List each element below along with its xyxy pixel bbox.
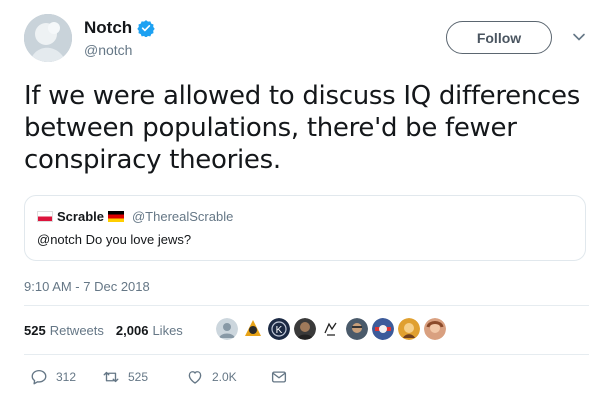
likes-count: 2,006	[115, 322, 149, 338]
svg-text:K: K	[276, 325, 283, 336]
envelope-icon	[271, 371, 287, 383]
divider	[24, 354, 589, 355]
like-action[interactable]: 2.0K	[186, 368, 270, 386]
liker-avatar[interactable]	[320, 318, 342, 340]
tweet-stats: 525 Retweets 2,006 Likes	[24, 319, 195, 341]
reply-action[interactable]: 312	[30, 368, 102, 386]
user-handle[interactable]: @notch	[84, 42, 155, 58]
retweet-icon	[103, 371, 119, 383]
tweet-text: If we were allowed to discuss IQ differe…	[24, 81, 580, 175]
liker-avatar[interactable]	[398, 318, 420, 340]
quoted-handle: @TherealScrable	[131, 209, 234, 224]
user-name-block: Notch @notch	[84, 18, 155, 58]
liker-avatar[interactable]	[424, 318, 446, 340]
poland-flag-icon	[37, 211, 53, 222]
user-avatar[interactable]	[24, 14, 72, 62]
retweets-label: Retweets	[49, 322, 104, 338]
likes-label: Likes	[152, 322, 183, 338]
liker-avatar[interactable]: K	[268, 318, 290, 340]
quoted-tweet-header: Scrable @TherealScrable	[37, 209, 233, 224]
quoted-tweet[interactable]: Scrable @TherealScrable @notch Do you lo…	[24, 195, 586, 261]
quoted-tweet-text: @notch Do you love jews?	[37, 232, 192, 247]
liker-avatar[interactable]	[372, 318, 394, 340]
liker-avatar[interactable]	[294, 318, 316, 340]
retweets-count: 525	[24, 322, 46, 338]
retweet-action[interactable]: 525	[102, 368, 186, 386]
direct-message-action[interactable]	[270, 368, 288, 386]
likes-stat[interactable]: 2,006 Likes	[116, 323, 183, 338]
retweet-count: 525	[128, 370, 149, 384]
reply-icon	[31, 369, 47, 385]
quoted-display-name: Scrable	[57, 209, 104, 224]
germany-flag-icon	[107, 211, 124, 222]
follow-button[interactable]: Follow	[446, 21, 552, 54]
display-name[interactable]: Notch	[84, 18, 132, 38]
liker-avatar[interactable]	[242, 318, 264, 340]
tweet-header: Notch @notch Follow	[24, 12, 594, 64]
liker-avatar[interactable]	[346, 318, 368, 340]
liker-avatar[interactable]	[216, 318, 238, 340]
divider	[24, 305, 589, 306]
chevron-down-icon[interactable]	[572, 30, 586, 44]
likers-avatars: K	[216, 318, 446, 340]
tweet-actions: 312 525 2.0K	[30, 368, 288, 386]
reply-count: 312	[56, 370, 77, 384]
like-count: 2.0K	[212, 370, 237, 384]
verified-badge-icon	[137, 19, 155, 38]
tweet-timestamp[interactable]: 9:10 AM - 7 Dec 2018	[24, 279, 150, 294]
retweets-stat[interactable]: 525 Retweets	[24, 323, 104, 338]
heart-icon	[188, 371, 202, 384]
